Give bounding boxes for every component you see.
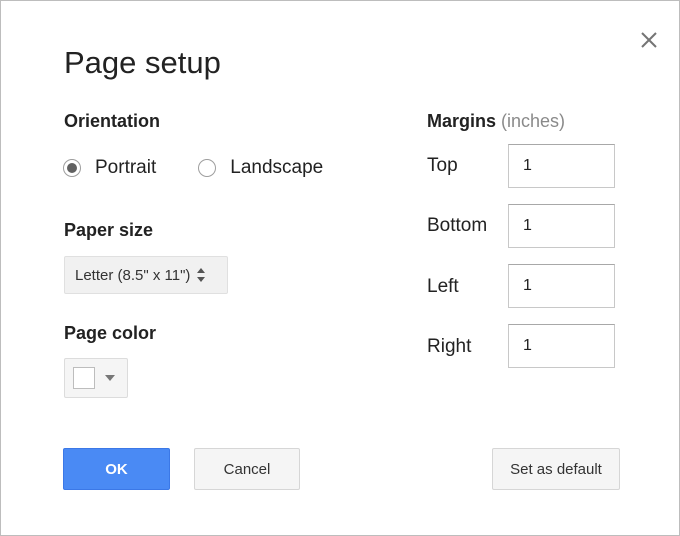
- paper-size-value: Letter (8.5" x 11"): [75, 266, 191, 284]
- orientation-portrait-radio[interactable]: Portrait: [63, 157, 156, 179]
- margin-top-label: Top: [427, 155, 458, 176]
- margin-left-input[interactable]: [508, 264, 615, 308]
- page-color-label: Page color: [64, 323, 157, 343]
- radio-button-unchecked[interactable]: [198, 159, 217, 177]
- margins-unit: (inches): [501, 111, 566, 131]
- caret-down-icon: [105, 375, 115, 381]
- close-button[interactable]: [635, 26, 663, 54]
- margin-right-input[interactable]: [508, 324, 615, 368]
- close-icon: [641, 32, 657, 48]
- margin-left-label: Left: [427, 276, 459, 297]
- paper-size-select[interactable]: Letter (8.5" x 11"): [64, 256, 228, 294]
- margins-heading: Margins (inches): [427, 111, 565, 132]
- margins-label: Margins: [427, 111, 497, 131]
- portrait-label: Portrait: [95, 157, 157, 178]
- margin-bottom-label: Bottom: [427, 215, 488, 236]
- margin-bottom-input[interactable]: [508, 204, 615, 248]
- dialog-title: Page setup: [64, 45, 221, 80]
- margin-right-row: Right: [427, 324, 617, 368]
- margin-top-row: Top: [427, 144, 617, 188]
- orientation-radio-group: Portrait Landscape: [63, 157, 365, 179]
- set-as-default-button[interactable]: Set as default: [492, 448, 620, 490]
- margin-bottom-row: Bottom: [427, 204, 617, 248]
- margin-top-input[interactable]: [508, 144, 615, 188]
- page-setup-dialog: Page setup Orientation Portrait Landscap…: [0, 0, 680, 536]
- landscape-label: Landscape: [230, 157, 324, 178]
- margin-right-label: Right: [427, 336, 472, 357]
- paper-size-label: Paper size: [64, 220, 154, 240]
- updown-arrows-icon: [197, 268, 206, 282]
- orientation-label: Orientation: [64, 111, 161, 131]
- radio-button-checked[interactable]: [63, 159, 81, 177]
- page-color-picker[interactable]: [64, 358, 128, 398]
- margin-left-row: Left: [427, 264, 617, 308]
- ok-button[interactable]: OK: [63, 448, 170, 490]
- cancel-button[interactable]: Cancel: [194, 448, 300, 490]
- radio-dot: [67, 163, 77, 173]
- page-color-swatch: [73, 367, 95, 389]
- orientation-landscape-radio[interactable]: Landscape: [198, 157, 323, 179]
